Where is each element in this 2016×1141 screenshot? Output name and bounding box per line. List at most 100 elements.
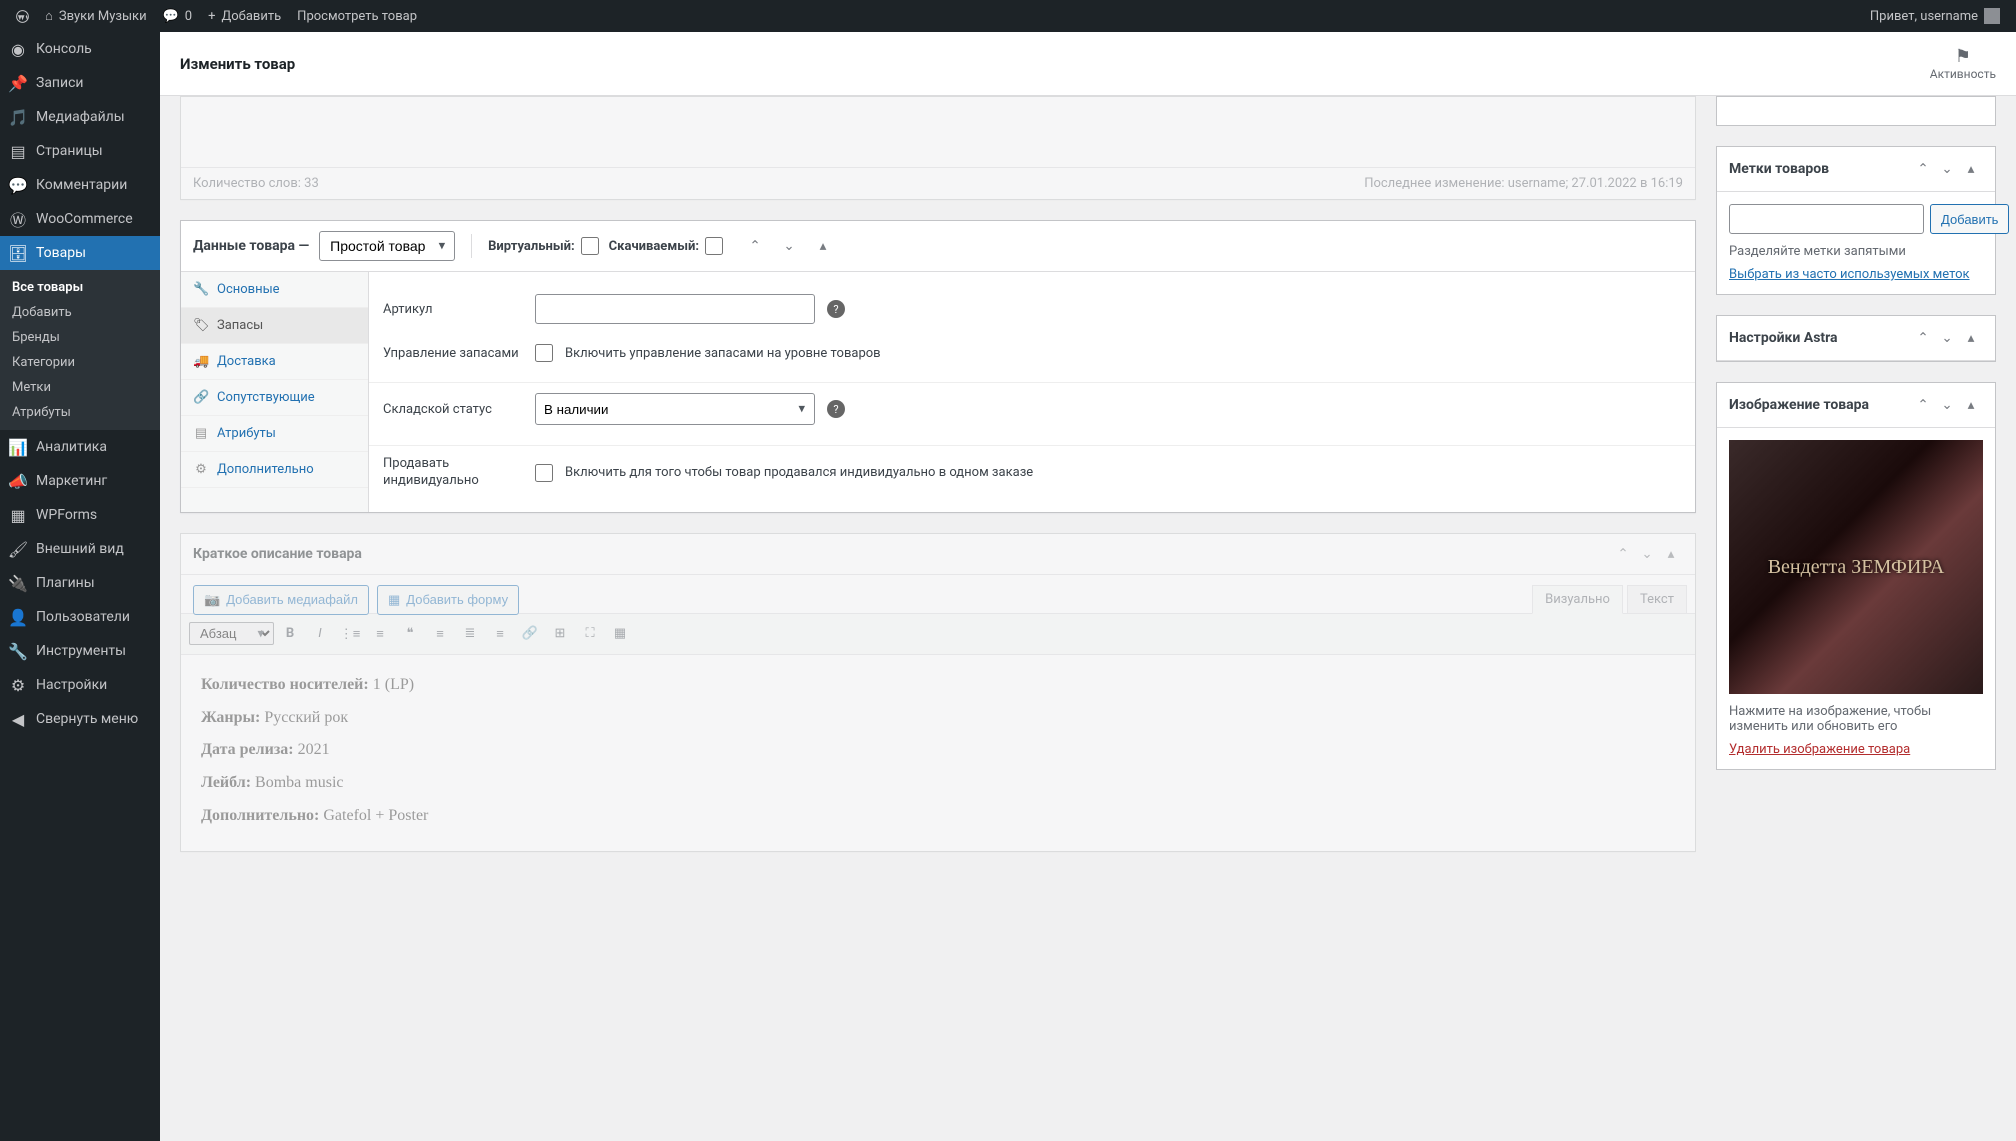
quote-button[interactable]: ❝ [396, 620, 424, 648]
brush-icon: 🖌 [8, 539, 28, 559]
menu-wpforms[interactable]: ▦WPForms [0, 498, 160, 532]
manage-stock-checkbox[interactable] [535, 344, 553, 362]
user-greeting[interactable]: Привет, username [1862, 0, 2008, 32]
chart-icon: 📊 [8, 437, 28, 457]
menu-dashboard[interactable]: ◉Консоль [0, 32, 160, 66]
move-up-icon[interactable]: ⌃ [1911, 157, 1935, 181]
move-down-icon[interactable]: ⌄ [777, 234, 801, 258]
move-down-icon[interactable]: ⌄ [1935, 326, 1959, 350]
tab-attributes[interactable]: ▤Атрибуты [181, 416, 368, 452]
help-icon[interactable]: ? [827, 400, 845, 418]
inventory-panel: Артикул ? Управление запасами Включить у… [369, 272, 1695, 512]
bullet-list-button[interactable]: ⋮≡ [336, 620, 364, 648]
italic-button[interactable]: I [306, 620, 334, 648]
menu-users[interactable]: 👤Пользователи [0, 600, 160, 634]
bold-button[interactable]: B [276, 620, 304, 648]
tag-input[interactable] [1729, 204, 1924, 234]
link-button[interactable]: 🔗 [516, 620, 544, 648]
downloadable-checkbox[interactable] [705, 237, 723, 255]
tag-icon: 🏷 [193, 318, 209, 333]
toggle-icon[interactable]: ▴ [811, 234, 835, 258]
short-desc-title: Краткое описание товара [193, 546, 362, 562]
product-type-select[interactable]: Простой товар [319, 231, 455, 261]
move-up-icon[interactable]: ⌃ [1911, 326, 1935, 350]
menu-appearance[interactable]: 🖌Внешний вид [0, 532, 160, 566]
tab-shipping[interactable]: 🚚Доставка [181, 344, 368, 380]
choose-tags-link[interactable]: Выбрать из часто используемых меток [1729, 267, 1983, 282]
tab-text[interactable]: Текст [1627, 585, 1687, 613]
fullscreen-button[interactable]: ⛶ [576, 620, 604, 648]
sub-brands[interactable]: Бренды [0, 325, 160, 350]
menu-analytics[interactable]: 📊Аналитика [0, 430, 160, 464]
toggle-icon[interactable]: ▴ [1959, 157, 1983, 181]
help-icon[interactable]: ? [827, 300, 845, 318]
product-image-box: Изображение товара ⌃ ⌄ ▴ Вендетта ЗЕМФИР… [1716, 382, 1996, 770]
toggle-icon[interactable]: ▴ [1959, 326, 1983, 350]
tab-advanced[interactable]: ⚙Дополнительно [181, 452, 368, 488]
menu-collapse[interactable]: ◀Свернуть меню [0, 702, 160, 736]
menu-tools[interactable]: 🔧Инструменты [0, 634, 160, 668]
menu-media[interactable]: 🎵Медиафайлы [0, 100, 160, 134]
align-left-button[interactable]: ≡ [426, 620, 454, 648]
form-icon: ▦ [388, 592, 400, 608]
menu-posts[interactable]: 📌Записи [0, 66, 160, 100]
format-select[interactable]: Абзац [189, 622, 274, 645]
remove-image-link[interactable]: Удалить изображение товара [1729, 742, 1983, 757]
move-down-icon[interactable]: ⌄ [1935, 157, 1959, 181]
site-link[interactable]: ⌂ Звуки Музыки [37, 0, 155, 32]
align-right-button[interactable]: ≡ [486, 620, 514, 648]
move-down-icon[interactable]: ⌄ [1935, 393, 1959, 417]
virtual-toggle[interactable]: Виртуальный: [488, 237, 599, 255]
virtual-checkbox[interactable] [581, 237, 599, 255]
activity-button[interactable]: ⚑ Активность [1930, 46, 1996, 81]
menu-marketing[interactable]: 📣Маркетинг [0, 464, 160, 498]
page-header: Изменить товар ⚑ Активность [160, 32, 2016, 96]
number-list-button[interactable]: ≡ [366, 620, 394, 648]
tab-inventory[interactable]: 🏷Запасы [181, 308, 368, 344]
sub-tags[interactable]: Метки [0, 375, 160, 400]
menu-settings[interactable]: ⚙Настройки [0, 668, 160, 702]
tags-box-title: Метки товаров [1729, 161, 1829, 177]
more-button[interactable]: ⊞ [546, 620, 574, 648]
tab-visual[interactable]: Визуально [1532, 585, 1623, 614]
page-title: Изменить товар [180, 55, 295, 73]
menu-plugins[interactable]: 🔌Плагины [0, 566, 160, 600]
home-icon: ⌂ [45, 8, 53, 24]
view-product-link[interactable]: Просмотреть товар [289, 0, 425, 32]
align-center-button[interactable]: ≣ [456, 620, 484, 648]
manage-stock-description: Включить управление запасами на уровне т… [565, 346, 881, 361]
add-new-link[interactable]: + Добавить [200, 0, 289, 32]
form-icon: ▦ [8, 505, 28, 525]
product-image-thumbnail[interactable]: Вендетта ЗЕМФИРА [1729, 440, 1983, 694]
sub-all-products[interactable]: Все товары [0, 275, 160, 300]
menu-comments[interactable]: 💬Комментарии [0, 168, 160, 202]
manage-stock-label: Управление запасами [383, 346, 523, 361]
menu-products[interactable]: 🗄Товары [0, 236, 160, 270]
editor-content[interactable]: Количество носителей: 1 (LP) Жанры: Русс… [181, 655, 1695, 851]
sub-add-product[interactable]: Добавить [0, 300, 160, 325]
comments-link[interactable]: 💬 0 [155, 0, 201, 32]
toolbar-toggle-button[interactable]: ▦ [606, 620, 634, 648]
move-up-icon[interactable]: ⌃ [1611, 542, 1635, 566]
word-count: Количество слов: 33 [193, 176, 319, 191]
menu-woocommerce[interactable]: ⓌWooCommerce [0, 202, 160, 236]
sold-individually-checkbox[interactable] [535, 464, 553, 482]
move-up-icon[interactable]: ⌃ [1911, 393, 1935, 417]
stock-status-select[interactable]: В наличии [535, 393, 815, 425]
move-down-icon[interactable]: ⌄ [1635, 542, 1659, 566]
toggle-icon[interactable]: ▴ [1659, 542, 1683, 566]
downloadable-toggle[interactable]: Скачиваемый: [609, 237, 723, 255]
wp-logo[interactable] [8, 0, 37, 32]
menu-pages[interactable]: ▤Страницы [0, 134, 160, 168]
tab-linked[interactable]: 🔗Сопутствующие [181, 380, 368, 416]
add-tag-button[interactable]: Добавить [1930, 204, 2009, 234]
add-form-button[interactable]: ▦Добавить форму [377, 585, 519, 615]
move-up-icon[interactable]: ⌃ [743, 234, 767, 258]
add-media-button[interactable]: 📷Добавить медиафайл [193, 585, 369, 615]
sub-attributes[interactable]: Атрибуты [0, 400, 160, 425]
sku-input[interactable] [535, 294, 815, 324]
tab-general[interactable]: 🔧Основные [181, 272, 368, 308]
sub-categories[interactable]: Категории [0, 350, 160, 375]
toggle-icon[interactable]: ▴ [1959, 393, 1983, 417]
plugin-icon: 🔌 [8, 573, 28, 593]
